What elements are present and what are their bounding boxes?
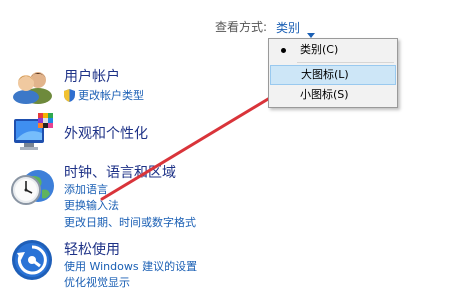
- menu-item-large-icons[interactable]: 大图标(L): [270, 65, 396, 85]
- menu-item-small-icons[interactable]: 小图标(S): [270, 85, 396, 105]
- menu-item-category[interactable]: 类别(C): [270, 40, 396, 60]
- menu-item-label: 大图标(L): [301, 68, 349, 81]
- menu-separator: [297, 62, 394, 63]
- menu-item-label: 类别(C): [300, 43, 339, 56]
- menu-item-label: 小图标(S): [300, 88, 349, 101]
- view-by-menu: 类别(C) 大图标(L) 小图标(S): [268, 38, 398, 108]
- radio-bullet-icon: [281, 48, 286, 53]
